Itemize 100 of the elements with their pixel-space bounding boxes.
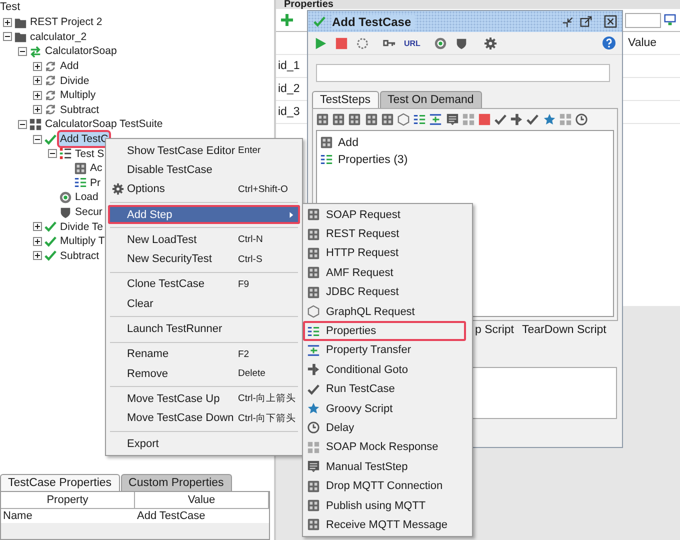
menu-item[interactable]: Run TestCase: [303, 380, 466, 399]
tree-item[interactable]: Divide Te: [59, 220, 104, 234]
script-tab[interactable]: TearDown Script: [522, 324, 606, 336]
menu-item[interactable]: Clone TestCase F9: [108, 274, 300, 294]
collapse-toggle[interactable]: [18, 46, 27, 56]
menu-item[interactable]: Add Step: [108, 204, 300, 224]
menu-item[interactable]: Delay: [303, 418, 466, 438]
tile-icon: [307, 518, 320, 532]
stop-icon: [335, 36, 348, 50]
tree-item[interactable]: Multiply T: [59, 234, 106, 248]
panel-title: Properties: [284, 0, 334, 9]
menu-item[interactable]: Publish using MQTT: [303, 496, 466, 516]
panel-tab[interactable]: Custom Properties: [120, 474, 232, 491]
menu-item[interactable]: Move TestCase Down Ctrl-向下箭头: [108, 408, 300, 428]
menu-item[interactable]: Groovy Script: [303, 398, 466, 418]
menu-item[interactable]: Move TestCase Up Ctrl-向上箭头: [108, 389, 300, 409]
expand-toggle[interactable]: [3, 18, 12, 27]
menu-item[interactable]: New SecurityTest Ctrl-S: [108, 249, 300, 269]
menu-item[interactable]: New LoadTest Ctrl-N: [108, 230, 300, 250]
menu-item[interactable]: Receive MQTT Message: [303, 515, 466, 535]
tree-item[interactable]: CalculatorSoap TestSuite: [44, 117, 164, 132]
tree-item[interactable]: Divide: [59, 74, 90, 88]
check-icon: [307, 382, 320, 396]
expand-toggle[interactable]: [33, 62, 42, 71]
tile-icon: [307, 246, 320, 260]
step-item[interactable]: Properties (3): [338, 154, 408, 166]
menu-item[interactable]: Remove Delete: [108, 364, 300, 384]
tree-item[interactable]: REST Project 2: [29, 15, 104, 30]
menu-item[interactable]: Conditional Goto: [303, 360, 466, 380]
menu-item[interactable]: Clear: [108, 294, 300, 314]
menu-item[interactable]: Rename F2: [108, 344, 300, 364]
collapse-toggle[interactable]: [18, 120, 27, 129]
menu-item[interactable]: Options Ctrl+Shift-O: [108, 180, 300, 199]
note-icon: [307, 460, 320, 474]
tile-icon: [307, 480, 320, 493]
menu-item[interactable]: Properties: [303, 321, 466, 341]
tree-item[interactable]: Pr: [89, 176, 102, 190]
menu-item[interactable]: REST Request: [303, 224, 466, 244]
cycle-arrows-icon: [44, 103, 57, 116]
list-icon: [413, 113, 426, 126]
menu-item[interactable]: Disable TestCase: [108, 160, 300, 180]
maximize-icon: [580, 16, 592, 28]
folder-icon: [14, 30, 27, 44]
list-icon: [74, 176, 87, 190]
collapse-toggle[interactable]: [48, 149, 57, 158]
tree-item[interactable]: Subtract: [59, 102, 100, 117]
cycle-arrows-icon: [44, 74, 57, 88]
menu-item[interactable]: AMF Request: [303, 263, 466, 283]
tree-item[interactable]: Load: [74, 190, 100, 204]
menu-item[interactable]: SOAP Mock Response: [303, 438, 466, 458]
expand-toggle[interactable]: [33, 222, 42, 232]
dotted-tile-icon: [462, 113, 475, 126]
menu-item[interactable]: JDBC Request: [303, 282, 466, 302]
collapse-toggle[interactable]: [33, 134, 42, 144]
caret-icon: [288, 210, 296, 219]
tile-icon: [307, 208, 320, 222]
search-field[interactable]: [625, 12, 661, 28]
editor-tab[interactable]: TestSteps: [312, 91, 378, 108]
tree-title: Test: [0, 0, 22, 15]
table-cell-text: id_3: [277, 106, 301, 118]
tree-item[interactable]: Multiply: [59, 88, 97, 102]
expand-toggle[interactable]: [33, 236, 42, 246]
script-tab[interactable]: p Script: [475, 324, 514, 336]
dotted-tile-icon: [307, 440, 320, 454]
menu-item[interactable]: HTTP Request: [303, 244, 466, 264]
tree-item[interactable]: CalculatorSoap: [44, 44, 118, 58]
description-field[interactable]: [316, 64, 610, 82]
branch-icon: [510, 113, 524, 126]
tree-item[interactable]: Secur: [74, 205, 104, 220]
expand-toggle[interactable]: [33, 251, 42, 260]
expand-toggle[interactable]: [33, 105, 42, 114]
expand-toggle[interactable]: [33, 90, 42, 100]
cycle-arrows-icon: [44, 88, 57, 102]
cycle-arrows-icon: [44, 60, 57, 73]
tile-icon: [307, 286, 320, 299]
menu-item[interactable]: Manual TestStep: [303, 457, 466, 476]
check-icon: [44, 220, 57, 234]
check-icon: [526, 113, 540, 126]
tree-item[interactable]: Ac: [89, 161, 104, 176]
tile-icon: [307, 499, 320, 512]
step-item[interactable]: Add: [338, 136, 358, 148]
tree-item[interactable]: Subtract: [59, 248, 100, 263]
url-button[interactable]: URL: [404, 38, 420, 48]
menu-item[interactable]: Launch TestRunner: [108, 319, 300, 339]
panel-tab[interactable]: TestCase Properties: [0, 474, 120, 491]
menu-item[interactable]: SOAP Request: [303, 205, 466, 224]
tile-icon: [316, 113, 329, 126]
tree-item[interactable]: Add: [59, 59, 80, 74]
menu-item[interactable]: Drop MQTT Connection: [303, 476, 466, 496]
expand-toggle[interactable]: [33, 76, 42, 86]
tree-item[interactable]: Add TestC: [59, 132, 110, 146]
tree-item[interactable]: calculator_2: [29, 30, 88, 44]
tree-item[interactable]: Test S: [74, 146, 106, 161]
menu-item[interactable]: Export: [108, 434, 300, 454]
menu-item[interactable]: GraphQL Request: [303, 302, 466, 322]
editor-tab[interactable]: Test On Demand: [380, 91, 482, 108]
gauge-icon: [59, 190, 72, 204]
menu-item[interactable]: Show TestCase Editor Enter: [108, 141, 300, 160]
menu-item[interactable]: Property Transfer: [303, 340, 466, 360]
collapse-toggle[interactable]: [3, 32, 12, 42]
